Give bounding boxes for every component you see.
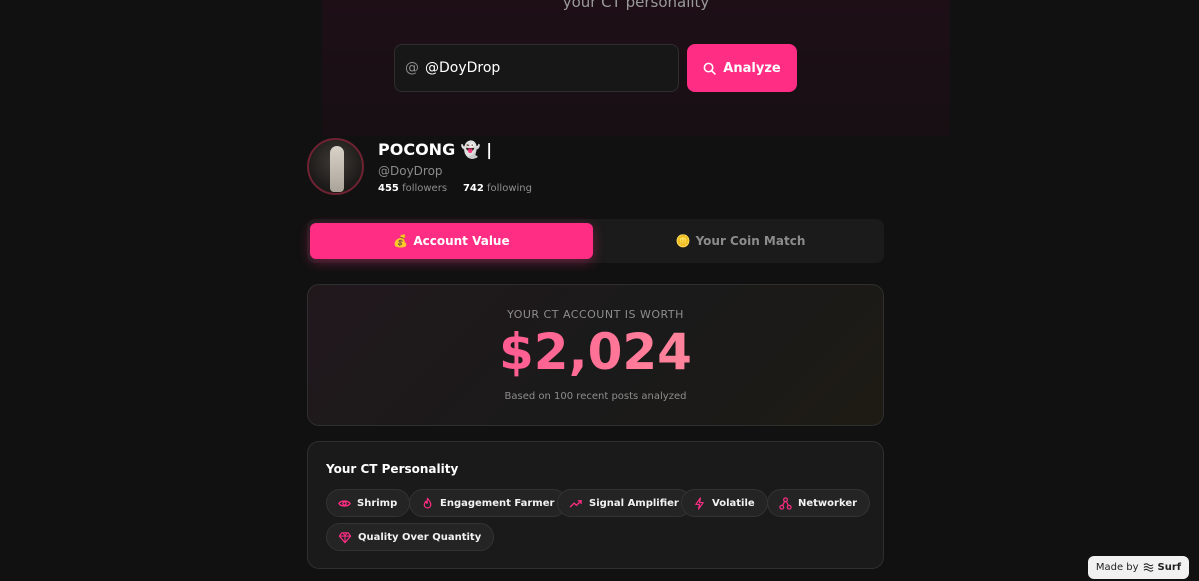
trait-label: Engagement Farmer — [440, 497, 555, 509]
trait-label: Signal Amplifier — [589, 497, 679, 509]
tab-account-value[interactable]: 💰 Account Value — [310, 223, 593, 259]
trait-chip-networker[interactable]: Networker — [767, 489, 871, 517]
hero-section: your CT personality @ Analyze — [322, 0, 950, 136]
tab-account-value-label: Account Value — [413, 234, 510, 248]
account-worth-card: YOUR CT ACCOUNT IS WORTH $2,024 Based on… — [307, 284, 884, 426]
trait-label: Volatile — [712, 497, 755, 509]
profile-header: POCONG 👻 | @DoyDrop 455 followers 742 fo… — [307, 138, 887, 198]
money-bag-icon: 💰 — [393, 234, 409, 248]
trait-chip-quality-over-quantity[interactable]: Quality Over Quantity — [326, 523, 495, 551]
made-by-label: Made by — [1095, 562, 1139, 573]
personality-card: Your CT Personality Shrimp Engagement Fa… — [307, 441, 884, 569]
worth-note: Based on 100 recent posts analyzed — [504, 391, 687, 402]
app-page: your CT personality @ Analyze POCONG 👻 |… — [0, 0, 1199, 581]
trait-label: Networker — [798, 497, 858, 509]
handle-input[interactable] — [425, 60, 665, 76]
worth-label: YOUR CT ACCOUNT IS WORTH — [507, 308, 684, 321]
lightning-icon — [695, 496, 704, 510]
trait-chip-shrimp[interactable]: Shrimp — [326, 489, 411, 517]
trait-label: Shrimp — [357, 497, 398, 509]
profile-handle: @DoyDrop — [378, 164, 443, 178]
made-by-badge[interactable]: Made by Surf — [1088, 556, 1189, 579]
worth-value: $2,024 — [308, 323, 883, 381]
trait-chip-volatile[interactable]: Volatile — [681, 489, 768, 517]
coin-icon: 🪙 — [675, 234, 691, 248]
flame-icon — [423, 497, 432, 508]
at-sign-prefix: @ — [405, 60, 419, 76]
network-icon — [779, 496, 792, 510]
surf-logo-icon — [1143, 563, 1153, 572]
profile-stats: 455 followers 742 following — [378, 183, 532, 194]
profile-name: POCONG 👻 | — [378, 140, 493, 159]
diamond-icon — [338, 531, 352, 543]
hero-subtitle: your CT personality — [562, 0, 710, 11]
tab-coin-match[interactable]: 🪙 Your Coin Match — [599, 223, 882, 259]
result-tabs: 💰 Account Value 🪙 Your Coin Match — [307, 219, 884, 263]
avatar — [307, 138, 364, 195]
following-label: following — [487, 183, 532, 194]
followers-label: followers — [402, 183, 448, 194]
avatar-image — [330, 146, 344, 192]
following-count: 742 — [462, 183, 484, 194]
trending-up-icon — [569, 499, 582, 507]
trait-chip-engagement-farmer[interactable]: Engagement Farmer — [409, 489, 568, 517]
eye-icon — [338, 499, 351, 507]
search-icon — [703, 62, 716, 75]
tab-coin-match-label: Your Coin Match — [695, 234, 806, 248]
trait-chip-signal-amplifier[interactable]: Signal Amplifier — [557, 489, 692, 517]
trait-label: Quality Over Quantity — [358, 531, 482, 543]
search-box[interactable]: @ — [394, 44, 679, 92]
followers-count: 455 — [378, 183, 399, 194]
personality-title: Your CT Personality — [326, 462, 459, 476]
analyze-label: Analyze — [723, 60, 781, 76]
analyze-button[interactable]: Analyze — [687, 44, 797, 92]
made-by-brand: Surf — [1157, 562, 1182, 573]
